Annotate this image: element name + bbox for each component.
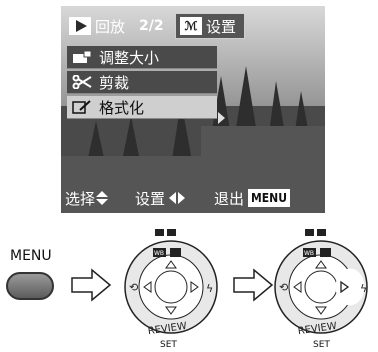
tab-playback[interactable]: 回放 xyxy=(67,14,131,38)
svg-text:WB: WB xyxy=(304,250,314,257)
format-icon xyxy=(71,99,93,115)
menu-tab-bar: 回放 2/2 ℳ 设置 xyxy=(67,12,319,40)
up-down-arrow-icon xyxy=(96,191,109,205)
menu-item-crop[interactable]: 剪裁 xyxy=(67,71,217,94)
select-hint-label: 选择 xyxy=(65,189,96,208)
svg-text:WB: WB xyxy=(154,250,164,257)
select-hint: 选择 xyxy=(65,188,109,209)
tab-playback-label: 回放 xyxy=(95,17,126,36)
left-right-arrow-icon xyxy=(169,192,186,204)
set-hint: 设置 xyxy=(135,188,186,209)
flash-icon: ϟ xyxy=(360,282,367,295)
tab-setup-label: 设置 xyxy=(206,17,237,36)
play-icon xyxy=(69,17,91,35)
menu-key-badge: MENU xyxy=(248,189,290,207)
set-label-2: SET xyxy=(313,340,330,350)
set-label-1: SET xyxy=(160,340,177,350)
scissors-icon xyxy=(71,74,93,90)
exposure-icons xyxy=(305,229,326,236)
exit-hint-label: 退出 xyxy=(214,189,245,208)
submenu-arrow-icon xyxy=(218,112,225,124)
set-hint-label: 设置 xyxy=(135,189,166,208)
resize-icon xyxy=(71,49,93,65)
control-dial-2[interactable]: WB ⟲ ϟ REVIEW xyxy=(268,224,378,342)
flash-comp-icon xyxy=(320,248,331,257)
self-timer-icon: ⟲ xyxy=(279,281,288,294)
menu-item-format[interactable]: 格式化 xyxy=(67,96,217,119)
flash-comp-icon xyxy=(170,248,181,257)
menu-button-label: MENU xyxy=(10,248,52,264)
menu-item-label: 格式化 xyxy=(99,98,145,117)
exit-hint: 退出 MENU xyxy=(214,188,290,209)
page-indicator: 2/2 xyxy=(139,18,164,34)
self-timer-icon: ⟲ xyxy=(129,281,138,294)
menu-item-resize[interactable]: 调整大小 xyxy=(67,46,217,69)
screen-bottom-bar: 选择 设置 退出 MENU xyxy=(65,186,323,210)
tab-setup[interactable]: ℳ 设置 xyxy=(175,13,246,39)
setup-wrench-icon: ℳ xyxy=(180,17,203,35)
step-arrow-icon xyxy=(71,268,112,302)
menu-button[interactable] xyxy=(6,272,54,300)
control-dial-1[interactable]: WB ⟲ ϟ REVIEW xyxy=(118,224,228,342)
menu-item-label: 剪裁 xyxy=(99,73,130,92)
camera-lcd-screen: 回放 2/2 ℳ 设置 调整大小 剪裁 格式化 选择 设置 退出 MENU xyxy=(61,6,325,213)
menu-item-label: 调整大小 xyxy=(99,48,160,67)
exposure-icons xyxy=(155,229,176,236)
setup-menu-list: 调整大小 剪裁 格式化 xyxy=(67,46,217,121)
flash-icon: ϟ xyxy=(206,282,213,295)
